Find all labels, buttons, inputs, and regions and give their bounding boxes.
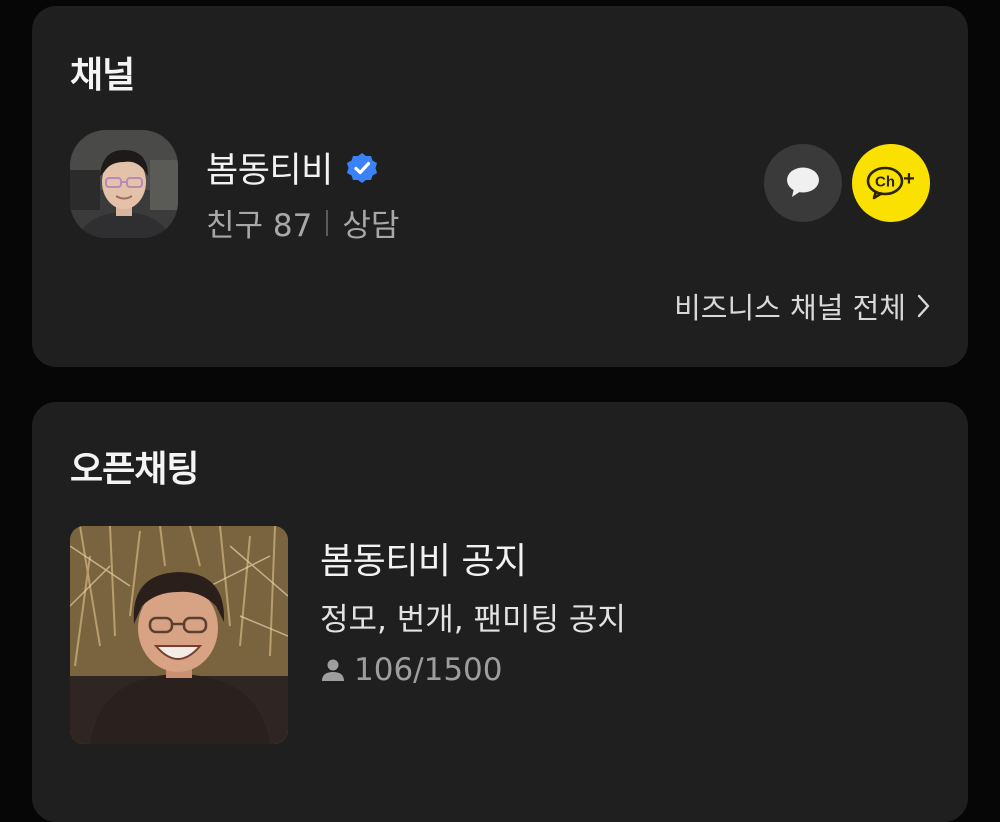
ch-text: Ch: [875, 174, 895, 191]
chat-bubble-icon: [787, 167, 819, 197]
add-channel-button[interactable]: Ch +: [852, 144, 930, 222]
profile-photo: [70, 130, 178, 238]
openchat-card: 오픈채팅 봄동티비 공지 정모, 번개, 팬미팅 공지 106/1500: [32, 402, 968, 822]
verified-badge-icon: [346, 152, 377, 183]
openchat-room-description: 정모, 번개, 팬미팅 공지: [320, 602, 626, 638]
chevron-right-icon: [917, 294, 930, 318]
friends-count: 친구 87: [206, 208, 313, 244]
openchat-photo: [70, 526, 288, 744]
channel-section-title: 채널: [70, 55, 135, 96]
member-count-text: 106/1500: [354, 652, 503, 688]
channel-avatar[interactable]: [70, 130, 178, 238]
consult-label[interactable]: 상담: [342, 200, 399, 245]
meta-divider: [326, 209, 329, 236]
channel-card: 채널 봄동티비 친구 87 상담 Ch + 비즈니스 채널 전체: [32, 6, 968, 367]
openchat-section-title: 오픈채팅: [70, 449, 199, 490]
openchat-thumbnail[interactable]: [70, 526, 288, 744]
person-icon: [322, 659, 344, 681]
all-business-channels-link[interactable]: 비즈니스 채널 전체: [674, 285, 932, 327]
all-business-channels-label: 비즈니스 채널 전체: [674, 291, 906, 325]
channel-name: 봄동티비: [206, 151, 333, 191]
chat-button[interactable]: [764, 144, 842, 222]
openchat-member-count: 106/1500: [320, 652, 503, 688]
channel-plus-icon: Ch +: [866, 166, 915, 200]
openchat-room-title[interactable]: 봄동티비 공지: [320, 532, 527, 584]
channel-name-row[interactable]: 봄동티비: [206, 142, 379, 193]
plus-text: +: [903, 168, 915, 190]
channel-meta: 친구 87 상담: [206, 200, 399, 245]
